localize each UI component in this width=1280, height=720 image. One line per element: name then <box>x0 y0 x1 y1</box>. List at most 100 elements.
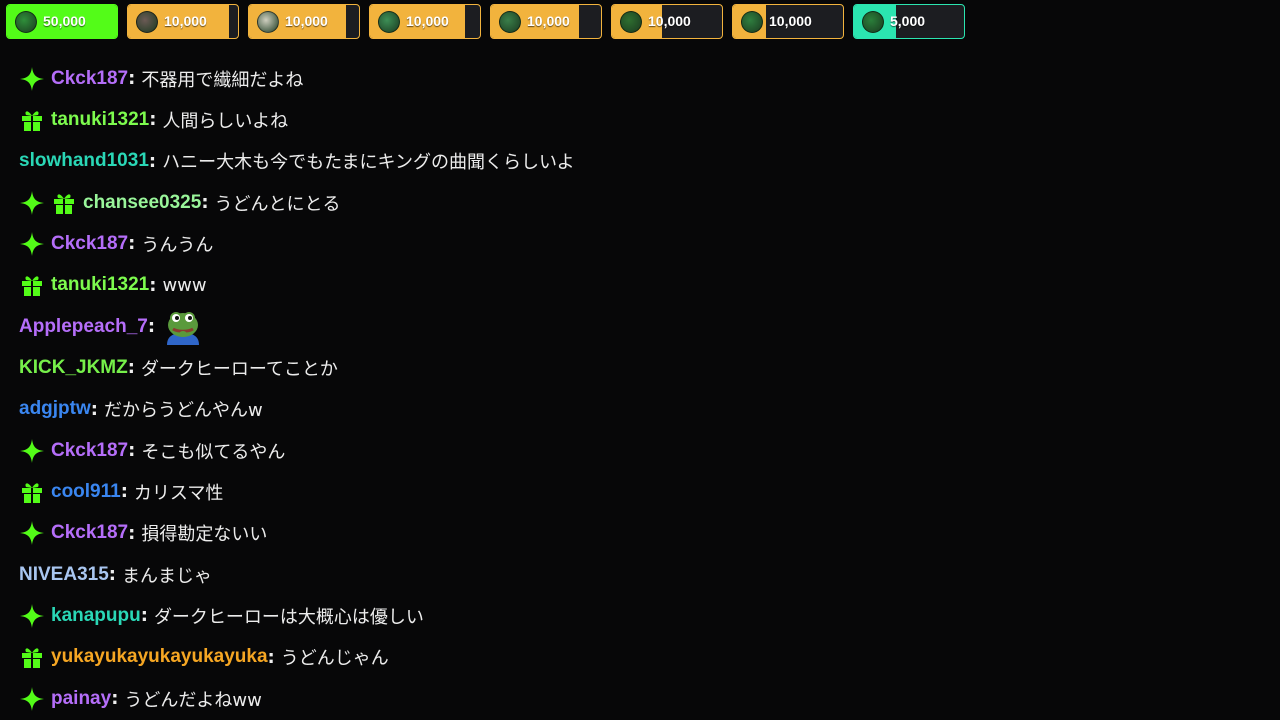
chat-username[interactable]: slowhand1031 <box>19 150 149 172</box>
gift-badge-icon[interactable] <box>51 190 77 216</box>
chat-message: kanapupu: ダークヒーローは大概心は優しい <box>19 595 1260 636</box>
chat-username[interactable]: tanuki1321 <box>51 274 149 296</box>
chat-separator: : <box>127 357 135 379</box>
pinned-gift-6[interactable]: 10,000 <box>611 4 723 39</box>
chat-separator: : <box>120 481 128 503</box>
sparkle-badge-icon[interactable] <box>19 66 45 92</box>
chat-message-text: そこも似てるやん <box>141 441 286 463</box>
pinned-gift-2[interactable]: 10,000 <box>127 4 239 39</box>
chat-message-text: ダークヒーローは大概心は優しい <box>153 606 424 628</box>
chat-message-text: 不器用で繊細だよね <box>141 69 304 91</box>
chat-message: KICK_JKMZ: ダークヒーローてことか <box>19 347 1260 388</box>
chat-message-text: ダークヒーローてことか <box>140 358 338 380</box>
chat-username[interactable]: NIVEA315 <box>19 564 109 586</box>
pinned-gift-amount: 10,000 <box>527 13 570 29</box>
chat-username[interactable]: KICK_JKMZ <box>19 357 128 379</box>
pinned-gift-3[interactable]: 10,000 <box>248 4 360 39</box>
chat-username[interactable]: Ckck187 <box>51 522 128 544</box>
chat-username[interactable]: Applepeach_7 <box>19 316 148 338</box>
chat-message-text: うどんとにとる <box>214 193 341 215</box>
pinned-gifts-bar: 50,000 10,000 10,000 10,000 10,000 10,000 10,0… <box>6 4 965 39</box>
chat-message: yukayukayukayukayuka: うどんじゃん <box>19 637 1260 678</box>
pinned-gift-amount: 5,000 <box>890 13 926 29</box>
green-avatar-icon <box>741 11 763 33</box>
pinned-gift-1[interactable]: 50,000 <box>6 4 118 39</box>
chat-message: NIVEA315: まんまじゃ <box>19 554 1260 595</box>
pinned-gift-amount: 10,000 <box>648 13 691 29</box>
chat-message: cool911: カリスマ性 <box>19 471 1260 512</box>
gift-badge-icon[interactable] <box>19 644 45 670</box>
pinned-gift-amount: 10,000 <box>164 13 207 29</box>
chat-username[interactable]: Ckck187 <box>51 68 128 90</box>
chat-message: Ckck187: うんうん <box>19 223 1260 264</box>
green-character-avatar-icon <box>499 11 521 33</box>
chat-username[interactable]: kanapupu <box>51 605 141 627</box>
pinned-gift-amount: 10,000 <box>406 13 449 29</box>
chat-separator: : <box>128 68 136 90</box>
sparkle-badge-icon[interactable] <box>19 190 45 216</box>
chat-message: slowhand1031: ハニー大木も今でもたまにキングの曲聞くらしいよ <box>19 141 1260 182</box>
pinned-gift-7[interactable]: 10,000 <box>732 4 844 39</box>
chat-message: Ckck187: 損得勘定ないい <box>19 513 1260 554</box>
chat-message-text: ハニー大木も今でもたまにキングの曲聞くらしいよ <box>162 152 575 174</box>
chat-separator: : <box>148 150 157 172</box>
chat-message-list: Ckck187: 不器用で繊細だよね tanuki1321: 人間らしいよね slowh… <box>19 58 1260 719</box>
sparkle-badge-icon[interactable] <box>19 603 45 629</box>
pinned-gift-5[interactable]: 10,000 <box>490 4 602 39</box>
chat-message-text: まんまじゃ <box>121 565 212 587</box>
chat-message: Ckck187: そこも似てるやん <box>19 430 1260 471</box>
chat-username[interactable]: yukayukayukayukayuka <box>51 646 268 668</box>
gift-badge-icon[interactable] <box>19 107 45 133</box>
chat-username[interactable]: adgjptw <box>19 398 91 420</box>
chat-message-text: 人間らしいよね <box>162 110 289 132</box>
chat-separator: : <box>128 522 136 544</box>
chat-separator: : <box>111 688 119 710</box>
chat-message: tanuki1321: www <box>19 265 1260 306</box>
chat-username[interactable]: cool911 <box>51 481 121 503</box>
pinned-gift-amount: 10,000 <box>285 13 328 29</box>
pinned-gift-amount: 50,000 <box>43 13 86 29</box>
chat-separator: : <box>128 440 136 462</box>
green-avatar-icon <box>862 11 884 33</box>
chat-message-text: うどんだよねww <box>124 689 262 711</box>
sparkle-badge-icon[interactable] <box>19 438 45 464</box>
chat-message-text: 損得勘定ないい <box>141 524 268 546</box>
chat-message-text: www <box>162 274 207 296</box>
frog-avatar-icon <box>620 11 642 33</box>
chat-message-text: カリスマ性 <box>133 482 224 504</box>
gift-badge-icon[interactable] <box>19 479 45 505</box>
sparkle-badge-icon[interactable] <box>19 231 45 257</box>
person-avatar-icon <box>136 11 158 33</box>
chat-username[interactable]: Ckck187 <box>51 440 128 462</box>
pinned-gift-8[interactable]: 5,000 <box>853 4 965 39</box>
chat-message: chansee0325: うどんとにとる <box>19 182 1260 223</box>
pepe-frog-emote <box>167 311 200 345</box>
chat-message-text: うんうん <box>141 234 214 256</box>
chat-username[interactable]: painay <box>51 688 111 710</box>
chat-message: Ckck187: 不器用で繊細だよね <box>19 58 1260 99</box>
chat-username[interactable]: chansee0325 <box>83 192 201 214</box>
chat-username[interactable]: tanuki1321 <box>51 109 149 131</box>
chat-message: adgjptw: だからうどんやんw <box>19 389 1260 430</box>
chat-message: painay: うどんだよねww <box>19 678 1260 719</box>
chat-username[interactable]: Ckck187 <box>51 233 128 255</box>
pinned-gift-amount: 10,000 <box>769 13 812 29</box>
chat-separator: : <box>128 233 136 255</box>
chat-message: tanuki1321: 人間らしいよね <box>19 99 1260 140</box>
chat-separator: : <box>147 316 156 338</box>
gift-badge-icon[interactable] <box>19 272 45 298</box>
sparkle-badge-icon[interactable] <box>19 686 45 712</box>
chat-separator: : <box>90 398 98 420</box>
chat-separator: : <box>140 605 148 627</box>
green-avatar-icon <box>15 11 37 33</box>
chat-separator: : <box>108 564 116 586</box>
chat-message-text: だからうどんやんw <box>103 400 263 422</box>
green-character-avatar-icon <box>378 11 400 33</box>
chat-separator: : <box>267 646 275 668</box>
chat-message: Applepeach_7: <box>19 306 1260 347</box>
chat-separator: : <box>149 274 157 296</box>
chat-separator: : <box>201 192 209 214</box>
sparkle-badge-icon[interactable] <box>19 520 45 546</box>
pinned-gift-4[interactable]: 10,000 <box>369 4 481 39</box>
light-avatar-icon <box>257 11 279 33</box>
